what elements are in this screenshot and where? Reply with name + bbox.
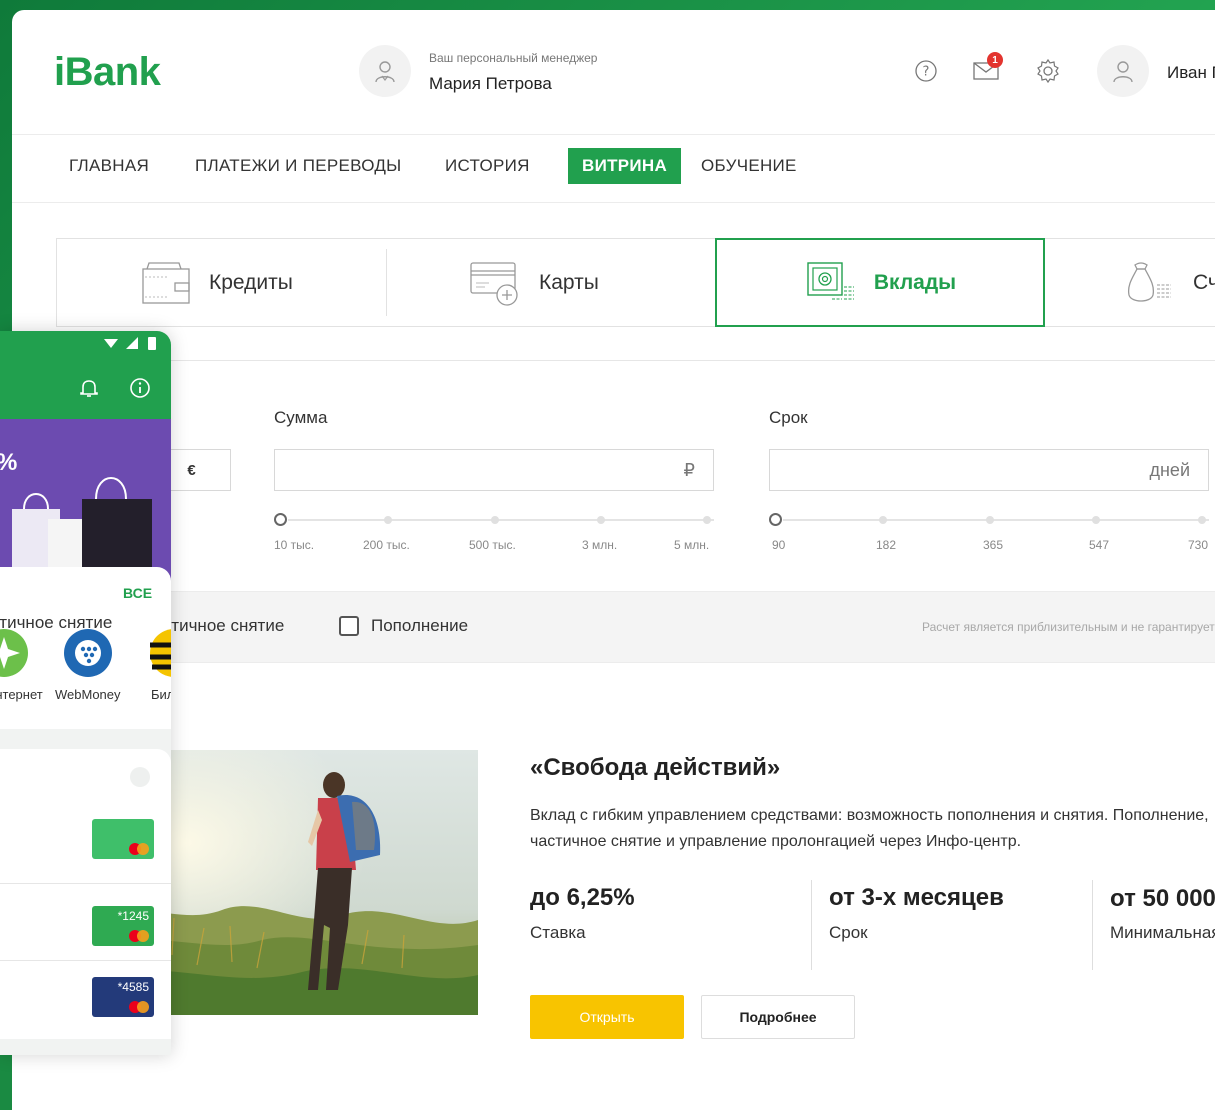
user-icon: [1113, 61, 1133, 83]
beeline-icon[interactable]: [148, 627, 171, 679]
card-item[interactable]: [92, 819, 154, 859]
term-tick: 365: [983, 538, 1004, 552]
status-bar-icons: [104, 337, 156, 350]
svg-text:?: ?: [923, 65, 930, 80]
service-beeline-label: Билайн: [151, 687, 171, 702]
tab-credits[interactable]: Кредиты: [139, 239, 293, 326]
term-tick: 182: [876, 538, 897, 552]
fact-rate-caption: Ставка: [530, 923, 586, 942]
wallet-icon: [142, 261, 190, 304]
services-panel: ВСЕ Частичное снятие Интернет WebMoney Б…: [0, 567, 171, 729]
sum-tick: 3 млн.: [582, 538, 618, 552]
term-slider-handle[interactable]: [769, 513, 782, 526]
manager-avatar[interactable]: [359, 45, 411, 97]
sum-slider[interactable]: [274, 513, 714, 527]
service-webmoney-label: WebMoney: [55, 687, 121, 702]
info-icon[interactable]: [129, 377, 151, 399]
gear-icon[interactable]: [1035, 58, 1061, 84]
card-item[interactable]: *4585: [92, 977, 154, 1017]
sum-label: Сумма: [274, 408, 328, 427]
disclaimer-text: Расчет является приблизительным и не гар…: [922, 620, 1215, 634]
mastercard-icon: [129, 843, 149, 855]
webmoney-icon[interactable]: [62, 627, 114, 679]
logo[interactable]: iBank: [54, 50, 161, 95]
sum-tick: 500 тыс.: [469, 538, 516, 552]
fact-amount-caption: Минимальная сумма: [1110, 923, 1215, 942]
shopping-bags-illustration: [12, 477, 152, 579]
mobile-app: % ВСЕ Частичное снятие Интернет WebMoney: [0, 331, 171, 1055]
term-slider[interactable]: [769, 513, 1209, 527]
service-internet-label: Интернет: [0, 687, 43, 702]
nav-history[interactable]: ИСТОРИЯ: [445, 148, 530, 184]
all-services-link[interactable]: ВСЕ: [123, 585, 152, 601]
term-unit: дней: [1149, 460, 1190, 480]
tab-accounts-label: Счета: [1193, 270, 1215, 294]
mobile-header: [0, 331, 171, 419]
tab-deposits-label: Вклады: [873, 270, 957, 294]
nav-education[interactable]: ОБУЧЕНИЕ: [701, 148, 797, 184]
bell-icon[interactable]: [78, 377, 100, 399]
term-label: Срок: [769, 408, 808, 427]
mail-icon[interactable]: 1: [973, 52, 1003, 84]
mastercard-icon: [129, 1001, 149, 1013]
nav-showcase[interactable]: ВИТРИНА: [568, 148, 682, 184]
tab-credits-label: Кредиты: [209, 270, 293, 294]
sum-tick: 10 тыс.: [274, 538, 315, 552]
term-input[interactable]: дней: [769, 449, 1209, 491]
term-tick: 730: [1188, 538, 1209, 552]
sum-tick: 200 тыс.: [363, 538, 410, 552]
sum-slider-handle[interactable]: [274, 513, 287, 526]
manager-name[interactable]: Мария Петрова: [429, 74, 552, 94]
divider: [56, 360, 1215, 361]
open-button[interactable]: Открыть: [530, 995, 684, 1039]
tab-cards-label: Карты: [539, 270, 599, 294]
cards-panel: *1245 *4585: [0, 749, 171, 1039]
product-categories: Кредиты Карты Вклады Сч: [56, 238, 1215, 327]
tab-separator: [386, 249, 387, 316]
term-tick: 547: [1089, 538, 1110, 552]
tab-deposits[interactable]: Вклады: [715, 238, 1045, 327]
card-add-icon: [470, 261, 518, 306]
user-name[interactable]: Иван Петров: [1167, 63, 1215, 83]
term-tick: 90: [772, 538, 786, 552]
internet-service-icon[interactable]: [0, 627, 30, 679]
main-nav: ГЛАВНАЯ ПЛАТЕЖИ И ПЕРЕВОДЫ ИСТОРИЯ ВИТРИ…: [12, 134, 1215, 203]
tab-cards[interactable]: Карты: [469, 239, 599, 326]
fact-separator: [811, 880, 812, 970]
nav-main[interactable]: ГЛАВНАЯ: [69, 148, 149, 184]
fact-amount-value: от 50 000 ₽: [1110, 885, 1215, 912]
user-avatar[interactable]: [1097, 45, 1149, 97]
settings-icon[interactable]: [130, 767, 150, 787]
product-description: Вклад с гибким управлением средствами: в…: [530, 807, 1209, 850]
help-icon[interactable]: ?: [913, 58, 939, 84]
manager-caption: Ваш персональный менеджер: [429, 51, 598, 65]
fact-separator: [1092, 880, 1093, 970]
safe-icon: [807, 261, 854, 299]
desktop-window: iBank Ваш персональный менеджер Мария Пе…: [12, 10, 1215, 1110]
sum-tick: 5 млн.: [674, 538, 710, 552]
fact-rate-value: до 6,25%: [530, 884, 635, 911]
fact-term-value: от 3-х месяцев: [829, 884, 1004, 911]
fact-term-caption: Срок: [829, 923, 868, 942]
tab-accounts[interactable]: Счета: [1123, 239, 1215, 326]
nav-payments[interactable]: ПЛАТЕЖИ И ПЕРЕВОДЫ: [195, 148, 402, 184]
notification-badge: 1: [987, 52, 1003, 68]
options-bar: Частичное снятие Пополнение Расчет являе…: [12, 591, 1215, 663]
mastercard-icon: [129, 930, 149, 942]
sum-input[interactable]: ₽: [274, 449, 714, 491]
replenishment-checkbox[interactable]: [339, 616, 359, 636]
sum-unit: ₽: [683, 460, 695, 480]
manager-icon: [375, 61, 395, 83]
card-item[interactable]: *1245: [92, 906, 154, 946]
replenishment-label[interactable]: Пополнение: [371, 616, 468, 636]
details-button[interactable]: Подробнее: [701, 995, 855, 1039]
product-title: «Свобода действий»: [530, 754, 781, 781]
money-bag-icon: [1127, 261, 1171, 302]
header: iBank Ваш персональный менеджер Мария Пе…: [12, 10, 1215, 135]
